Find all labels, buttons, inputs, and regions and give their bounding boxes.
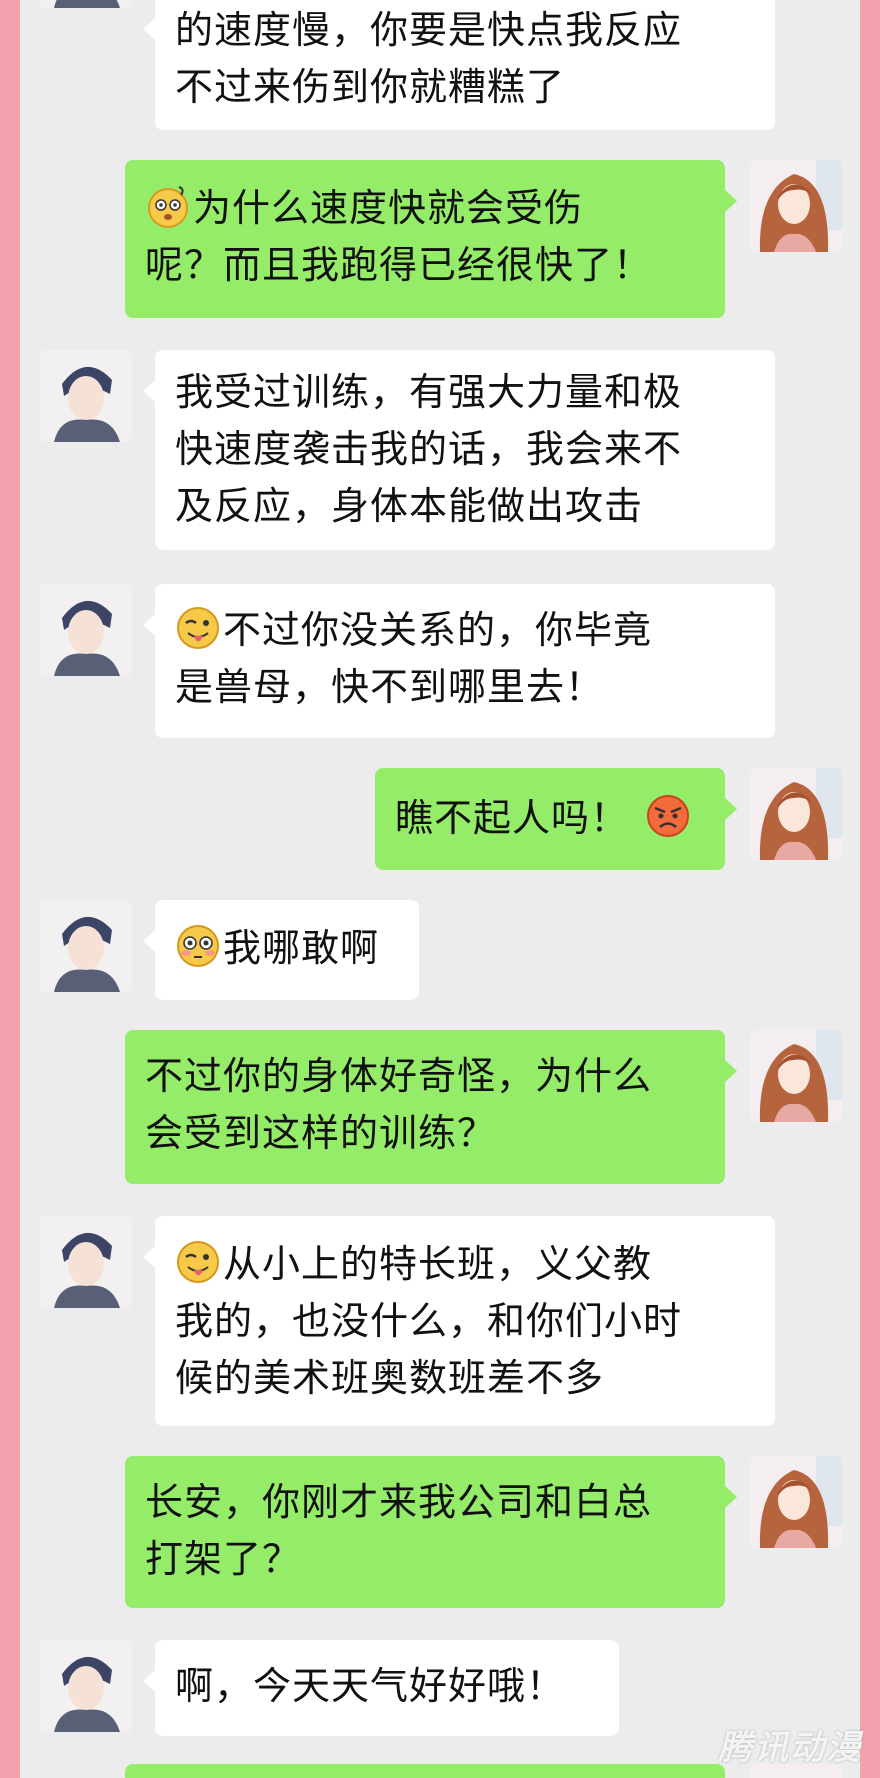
dizzy-face-emoji-icon xyxy=(145,183,191,229)
boy-avatar[interactable] xyxy=(40,0,132,8)
received-message-bubble[interactable]: 我受过训练，有强大力量和极 快速度袭击我的话，我会来不 及反应，身体本能做出攻击 xyxy=(143,350,775,550)
received-message-bubble[interactable]: 从小上的特长班，义父教 我的，也没什么，和你们小时 候的美术班奥数班差不多 xyxy=(143,1216,775,1426)
message-line: 呢？而且我跑得已经很快了！ xyxy=(145,243,653,287)
received-message-bubble[interactable]: 的速度慢，你要是快点我反应 不过来伤到你就糟糕了 xyxy=(143,0,775,130)
message-line: 啊，今天天气好好哦！ xyxy=(175,1664,566,1708)
message-text: 从小上的特长班，义父教 xyxy=(223,1242,653,1286)
girl-avatar[interactable] xyxy=(750,768,842,860)
tongue-wink-emoji-icon xyxy=(175,605,221,651)
message-line-with-emoji: 从小上的特长班，义父教 xyxy=(175,1236,755,1293)
message-text: 瞧不起人吗！ xyxy=(395,796,630,840)
received-message-bubble[interactable]: 啊，今天天气好好哦！ xyxy=(143,1640,619,1736)
tongue-wink-emoji-icon xyxy=(175,1239,221,1285)
message-text: 不过你没关系的，你毕竟 xyxy=(223,608,653,652)
sent-message-bubble[interactable]: 长安，你刚才来我公司和白总 打架了？ xyxy=(125,1456,737,1608)
message-line: 是兽母，快不到哪里去！ xyxy=(175,665,605,709)
flushed-face-emoji-icon xyxy=(175,923,221,969)
message-line: 长安，你刚才来我公司和白总 xyxy=(145,1480,653,1524)
received-message-bubble[interactable]: 不过你没关系的，你毕竟 是兽母，快不到哪里去！ xyxy=(143,584,775,738)
message-line: 候的美术班奥数班差不多 xyxy=(175,1356,605,1400)
message-line: 我受过训练，有强大力量和极 xyxy=(175,370,683,414)
message-line: 不过来伤到你就糟糕了 xyxy=(175,65,566,109)
sent-message-bubble[interactable] xyxy=(125,1764,725,1778)
sent-message-bubble[interactable]: 为什么速度快就会受伤 呢？而且我跑得已经很快了！ xyxy=(125,160,737,318)
boy-avatar[interactable] xyxy=(40,900,132,992)
message-line-with-emoji: 不过你没关系的，你毕竟 xyxy=(175,602,755,659)
angry-face-emoji-icon xyxy=(645,793,691,839)
received-message-bubble[interactable]: 我哪敢啊 xyxy=(143,900,419,1000)
sent-message-bubble[interactable]: 不过你的身体好奇怪，为什么 会受到这样的训练？ xyxy=(125,1030,737,1184)
chat-panel: 的速度慢，你要是快点我反应 不过来伤到你就糟糕了 为什么速度快就会受伤 呢？而且… xyxy=(20,0,860,1778)
boy-avatar[interactable] xyxy=(40,584,132,676)
message-line: 不过你的身体好奇怪，为什么 xyxy=(145,1054,653,1098)
message-line: 快速度袭击我的话，我会来不 xyxy=(175,427,683,471)
message-line: 及反应，身体本能做出攻击 xyxy=(175,484,644,528)
boy-avatar[interactable] xyxy=(40,1216,132,1308)
message-line-with-emoji: 我哪敢啊 xyxy=(175,920,399,977)
message-line: 的速度慢，你要是快点我反应 xyxy=(175,8,683,52)
boy-avatar[interactable] xyxy=(40,1640,132,1732)
sent-message-bubble[interactable]: 瞧不起人吗！ xyxy=(375,768,737,870)
boy-avatar[interactable] xyxy=(40,350,132,442)
watermark-logo: 腾讯动漫 xyxy=(718,1728,862,1768)
girl-avatar[interactable] xyxy=(750,1030,842,1122)
message-line: 打架了？ xyxy=(145,1537,302,1581)
girl-avatar[interactable] xyxy=(750,1456,842,1548)
message-line: 我的，也没什么，和你们小时 xyxy=(175,1299,683,1343)
girl-avatar[interactable] xyxy=(750,160,842,252)
message-line-with-emoji: 为什么速度快就会受伤 xyxy=(145,180,705,237)
message-text: 为什么速度快就会受伤 xyxy=(193,186,584,230)
message-line-with-emoji: 瞧不起人吗！ xyxy=(395,790,705,847)
message-text: 我哪敢啊 xyxy=(223,926,380,970)
message-line: 会受到这样的训练？ xyxy=(145,1111,497,1155)
